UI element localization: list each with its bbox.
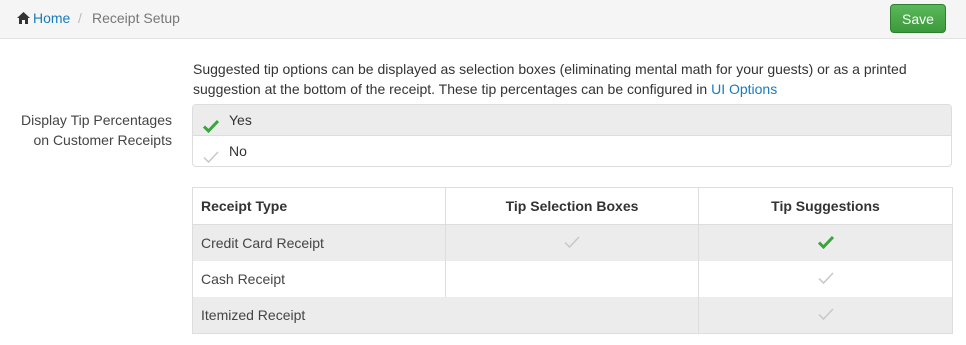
tip-help-body: Suggested tip options can be displayed a… bbox=[193, 61, 907, 97]
ui-options-link[interactable]: UI Options bbox=[711, 81, 777, 97]
tip-suggestions-cell bbox=[698, 261, 953, 297]
tip-suggestions-cell bbox=[698, 297, 953, 334]
tip-percentages-label-line2: on Customer Receipts bbox=[33, 132, 172, 148]
top-bar: Home / Receipt Setup Save bbox=[0, 0, 966, 39]
breadcrumb-current: Receipt Setup bbox=[92, 10, 180, 26]
tip-boxes-cell bbox=[445, 261, 699, 297]
check-outline-icon[interactable] bbox=[817, 271, 834, 288]
table-row: Credit Card Receipt bbox=[192, 224, 953, 261]
save-button[interactable]: Save bbox=[890, 4, 946, 33]
tip-boxes-cell bbox=[445, 224, 699, 261]
tip-percentages-label-line1: Display Tip Percentages bbox=[21, 112, 172, 128]
header-receipt-type: Receipt Type bbox=[192, 187, 446, 225]
receipt-type-cell: Cash Receipt bbox=[201, 271, 286, 287]
option-yes[interactable]: Yes bbox=[193, 105, 951, 136]
table-row: Itemized Receipt bbox=[192, 297, 953, 334]
tip-help-text: Suggested tip options can be displayed a… bbox=[193, 59, 953, 99]
table-header-row: Receipt Type Tip Selection Boxes Tip Sug… bbox=[192, 187, 953, 225]
receipt-type-table: Receipt Type Tip Selection Boxes Tip Sug… bbox=[192, 187, 953, 334]
receipt-type-cell: Credit Card Receipt bbox=[192, 224, 446, 261]
option-no-label: No bbox=[229, 143, 247, 159]
breadcrumb-home-link[interactable]: Home bbox=[17, 8, 70, 28]
tip-display-options: Yes No bbox=[192, 104, 952, 167]
header-tip-suggestions: Tip Suggestions bbox=[698, 187, 953, 225]
check-icon[interactable] bbox=[817, 235, 834, 252]
check-outline-icon bbox=[203, 144, 219, 166]
option-no[interactable]: No bbox=[193, 136, 951, 166]
breadcrumb-separator: / bbox=[78, 10, 82, 26]
check-outline-icon[interactable] bbox=[817, 307, 834, 324]
home-icon bbox=[17, 12, 30, 24]
breadcrumb-home-label: Home bbox=[33, 10, 71, 26]
check-outline-icon[interactable] bbox=[564, 235, 580, 252]
tip-suggestions-cell bbox=[698, 224, 953, 261]
option-yes-label: Yes bbox=[229, 112, 252, 128]
header-tip-selection-boxes: Tip Selection Boxes bbox=[445, 187, 699, 225]
tip-boxes-cell bbox=[445, 297, 699, 334]
tip-percentages-label: Display Tip Percentages on Customer Rece… bbox=[10, 110, 172, 150]
table-row: Cash Receipt bbox=[193, 261, 953, 297]
receipt-type-cell: Itemized Receipt bbox=[192, 297, 446, 334]
